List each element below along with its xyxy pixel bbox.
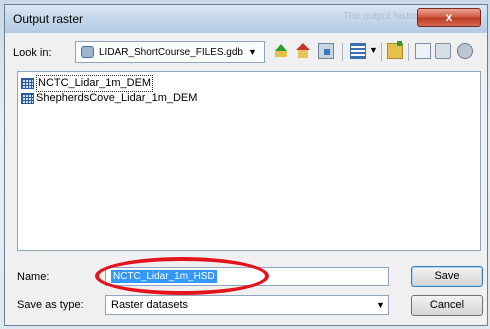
window-title: Output raster: [13, 12, 84, 26]
home-icon[interactable]: [295, 43, 311, 59]
raster-dataset-icon: [21, 93, 34, 104]
saveas-dropdown[interactable]: Raster datasets ▼: [105, 295, 389, 315]
lookin-value: LIDAR_ShortCourse_FILES.gdb: [99, 47, 243, 58]
view-icon[interactable]: [350, 43, 366, 59]
save-button[interactable]: Save: [411, 266, 483, 287]
highlight-annotation: [95, 257, 269, 295]
title-bar[interactable]: Output raster The output history and x: [5, 5, 487, 33]
chevron-down-icon: ▼: [248, 47, 257, 57]
chevron-down-icon: ▼: [376, 300, 385, 310]
list-item-label: NCTC_Lidar_1m_DEM: [36, 75, 154, 92]
saveas-value: Raster datasets: [111, 299, 189, 311]
up-one-level-icon[interactable]: [273, 43, 289, 59]
toolbar-separator: [342, 43, 343, 61]
output-raster-dialog: Output raster The output history and x L…: [4, 4, 488, 326]
lookin-label: Look in:: [13, 47, 52, 59]
toolbar-separator: [408, 43, 409, 61]
disconnect-icon[interactable]: [457, 43, 473, 59]
file-icon[interactable]: [435, 43, 451, 59]
geodatabase-icon: [81, 46, 94, 58]
close-button[interactable]: x: [417, 8, 481, 27]
toolbar-separator: [381, 43, 382, 61]
lookin-dropdown[interactable]: LIDAR_ShortCourse_FILES.gdb ▼: [75, 41, 265, 63]
file-list[interactable]: NCTC_Lidar_1m_DEM ShepherdsCove_Lidar_1m…: [17, 71, 481, 251]
connect-folder-icon[interactable]: [318, 43, 334, 59]
close-icon: x: [445, 10, 453, 24]
new-folder-icon[interactable]: [387, 41, 403, 59]
raster-dataset-icon: [21, 78, 34, 89]
name-label: Name:: [17, 271, 50, 283]
catalog-icon[interactable]: [415, 43, 431, 59]
cancel-button[interactable]: Cancel: [411, 295, 483, 316]
list-item-label: ShepherdsCove_Lidar_1m_DEM: [36, 92, 198, 104]
view-dropdown-icon[interactable]: ▼: [369, 45, 378, 55]
saveas-label: Save as type:: [17, 299, 84, 311]
